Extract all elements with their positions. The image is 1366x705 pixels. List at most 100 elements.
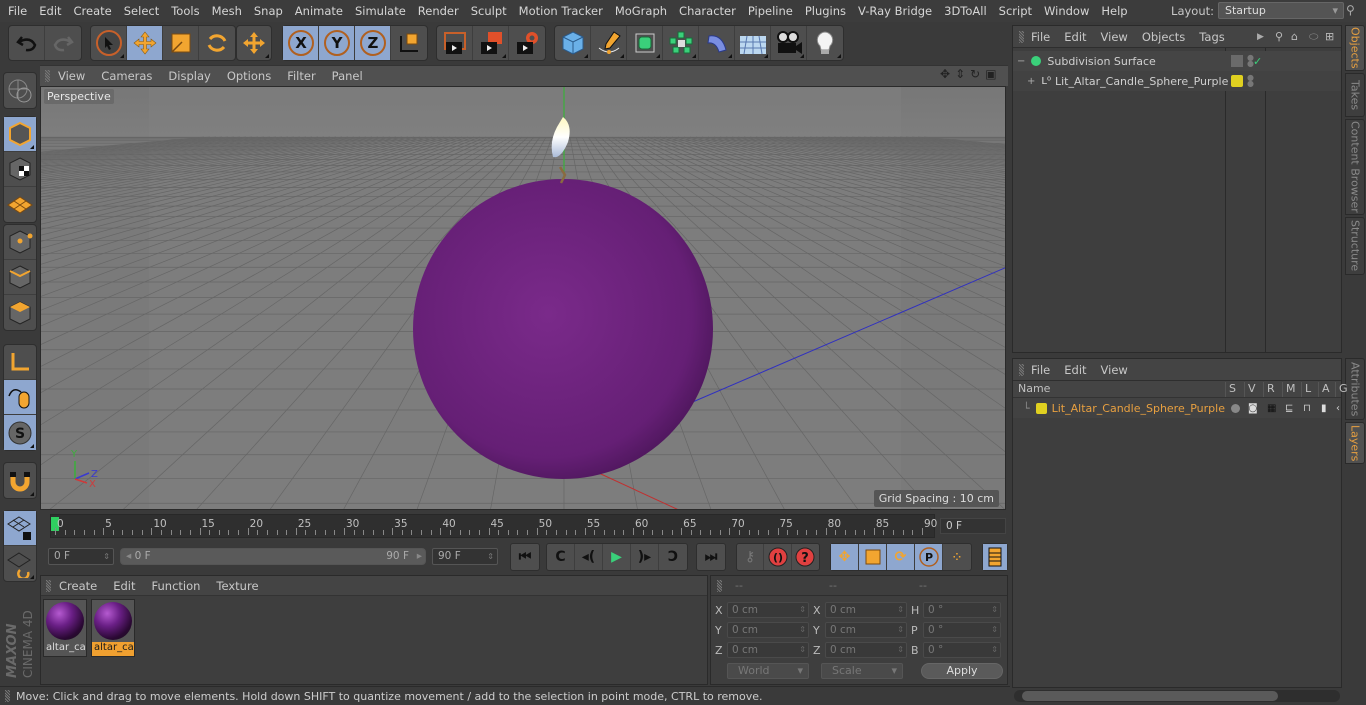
animation-icon[interactable]: ▮ [1321,403,1327,414]
size-y-field[interactable]: 0 cm [825,622,907,638]
live-selection-button[interactable] [91,26,127,60]
menu-character[interactable]: Character [673,4,742,18]
menu-select[interactable]: Select [118,4,165,18]
rotate-tool-button[interactable] [199,26,235,60]
goto-start-button[interactable]: ⏮ [511,544,539,570]
snap-button[interactable] [4,463,36,498]
goto-end-button[interactable]: ⏭ [697,544,725,570]
new-window-icon[interactable]: ⊞ [1325,30,1334,43]
subdivision-surface-button[interactable] [627,26,663,60]
render-settings-button[interactable] [509,26,545,60]
render-view-button[interactable] [437,26,473,60]
visibility-dots-icon[interactable]: ● ● [1247,74,1254,88]
y-axis-button[interactable]: Y [319,26,355,60]
axis-mode-button[interactable] [4,345,36,380]
object-row-candle[interactable]: + L⁰ Lit_Altar_Candle_Sphere_Purple ● ● [1013,71,1341,91]
timeline-window-button[interactable] [983,544,1007,570]
home-icon[interactable]: ⌂ [1291,30,1298,43]
material-menu-edit[interactable]: Edit [105,579,143,593]
size-x-field[interactable]: 0 cm [825,602,907,618]
prev-frame-button[interactable]: ◂( [575,544,603,570]
key-pla-button[interactable]: ⁘ [943,544,971,570]
tab-layers[interactable]: Layers [1345,422,1365,464]
link-icon[interactable]: ⬭ [1309,30,1318,44]
material-menu-texture[interactable]: Texture [208,579,266,593]
menu-snap[interactable]: Snap [248,4,289,18]
solo-dot-icon[interactable] [1231,403,1240,413]
column-animation[interactable]: A [1318,382,1330,397]
grip-handle[interactable] [717,579,722,592]
menu-pipeline[interactable]: Pipeline [742,4,799,18]
objects-menu-objects[interactable]: Objects [1135,30,1192,44]
column-manager[interactable]: M [1282,382,1296,397]
purple-sphere[interactable] [413,179,713,479]
spinner-icon[interactable]: ⇕ [103,549,110,564]
move-tool-button[interactable] [127,26,163,60]
edges-mode-button[interactable] [4,260,36,295]
z-axis-button[interactable]: Z [355,26,391,60]
coordinate-system-button[interactable] [391,26,427,60]
apply-button[interactable]: Apply [921,663,1003,679]
objects-menu-view[interactable]: View [1094,30,1135,44]
tab-objects[interactable]: Objects [1345,25,1365,71]
menu-vray-bridge[interactable]: V-Ray Bridge [852,4,938,18]
column-visible[interactable]: V [1244,382,1256,397]
end-frame-field[interactable]: 90 F ⇕ [432,548,498,565]
key-scale-button[interactable] [859,544,887,570]
material-swatch[interactable]: altar_cai [43,599,87,657]
workplane-mode-button[interactable] [4,187,36,222]
column-render[interactable]: R [1263,382,1275,397]
menu-plugins[interactable]: Plugins [799,4,852,18]
material-menu-create[interactable]: Create [51,579,105,593]
viewport-menu-filter[interactable]: Filter [279,69,323,83]
viewport-3d[interactable]: Y Z X Perspective Grid Spacing : 10 cm [40,86,1006,510]
tab-takes[interactable]: Takes [1345,73,1365,117]
key-parameter-button[interactable]: P [915,544,943,570]
orbit-icon[interactable]: ↻ [970,67,980,81]
tweak-mode-button[interactable] [4,380,36,415]
play-button[interactable]: ▶ [603,544,631,570]
eye-icon[interactable]: ◙ [1248,403,1258,414]
prev-key-button[interactable]: C [547,544,575,570]
search-icon[interactable]: ⚲ [1346,3,1360,17]
render-clapper-icon[interactable]: ▦ [1267,403,1276,414]
viewport-menu-options[interactable]: Options [219,69,279,83]
range-right-arrow-icon[interactable]: ▸ [417,549,422,564]
manager-icon[interactable]: ⊑ [1285,403,1293,414]
material-swatch[interactable]: altar_cai [91,599,135,657]
menu-file[interactable]: File [0,4,33,18]
zoom-icon[interactable]: ⇕ [955,67,965,81]
next-key-button[interactable]: Ↄ [659,544,687,570]
timeline-ruler[interactable]: 0 5 10 15 20 25 30 35 40 45 50 55 60 65 70 75 80 85 90 [50,514,937,538]
menu-script[interactable]: Script [993,4,1038,18]
bend-deformer-button[interactable] [699,26,735,60]
layers-menu-view[interactable]: View [1094,363,1135,377]
size-mode-dropdown[interactable]: Scale [821,663,903,679]
render-picture-viewer-button[interactable] [473,26,509,60]
frame-range-slider[interactable]: ◂ 0 F 90 F ▸ [120,548,426,565]
unlock-icon[interactable]: ⊓ [1303,403,1311,414]
layer-row[interactable]: └ Lit_Altar_Candle_Sphere_Purple ◙ ▦ ⊑ ⊓… [1013,398,1341,418]
rotation-b-field[interactable]: 0 ° [923,642,1001,658]
next-frame-button[interactable]: )▸ [631,544,659,570]
viewport-menu-view[interactable]: View [50,69,93,83]
column-solo[interactable]: S [1225,382,1236,397]
more-menu-arrow-icon[interactable]: ▶ [1257,32,1264,42]
redo-button[interactable] [45,26,81,60]
layer-horizontal-scrollbar[interactable] [1014,690,1340,702]
start-frame-field[interactable]: 0 F ⇕ [48,548,114,565]
make-editable-button[interactable] [4,73,36,108]
position-y-field[interactable]: 0 cm [727,622,809,638]
column-locked[interactable]: L [1301,382,1311,397]
x-axis-button[interactable]: X [283,26,319,60]
keyframe-selection-button[interactable]: ⚷ [737,544,765,570]
layers-menu-edit[interactable]: Edit [1057,363,1093,377]
spinner-icon[interactable]: ⇕ [487,549,494,564]
scrollbar-thumb[interactable] [1022,691,1278,701]
menu-simulate[interactable]: Simulate [349,4,412,18]
menu-mograph[interactable]: MoGraph [609,4,673,18]
model-mode-button[interactable] [4,117,36,152]
key-position-button[interactable]: ✥ [831,544,859,570]
menu-animate[interactable]: Animate [289,4,349,18]
menu-tools[interactable]: Tools [165,4,205,18]
